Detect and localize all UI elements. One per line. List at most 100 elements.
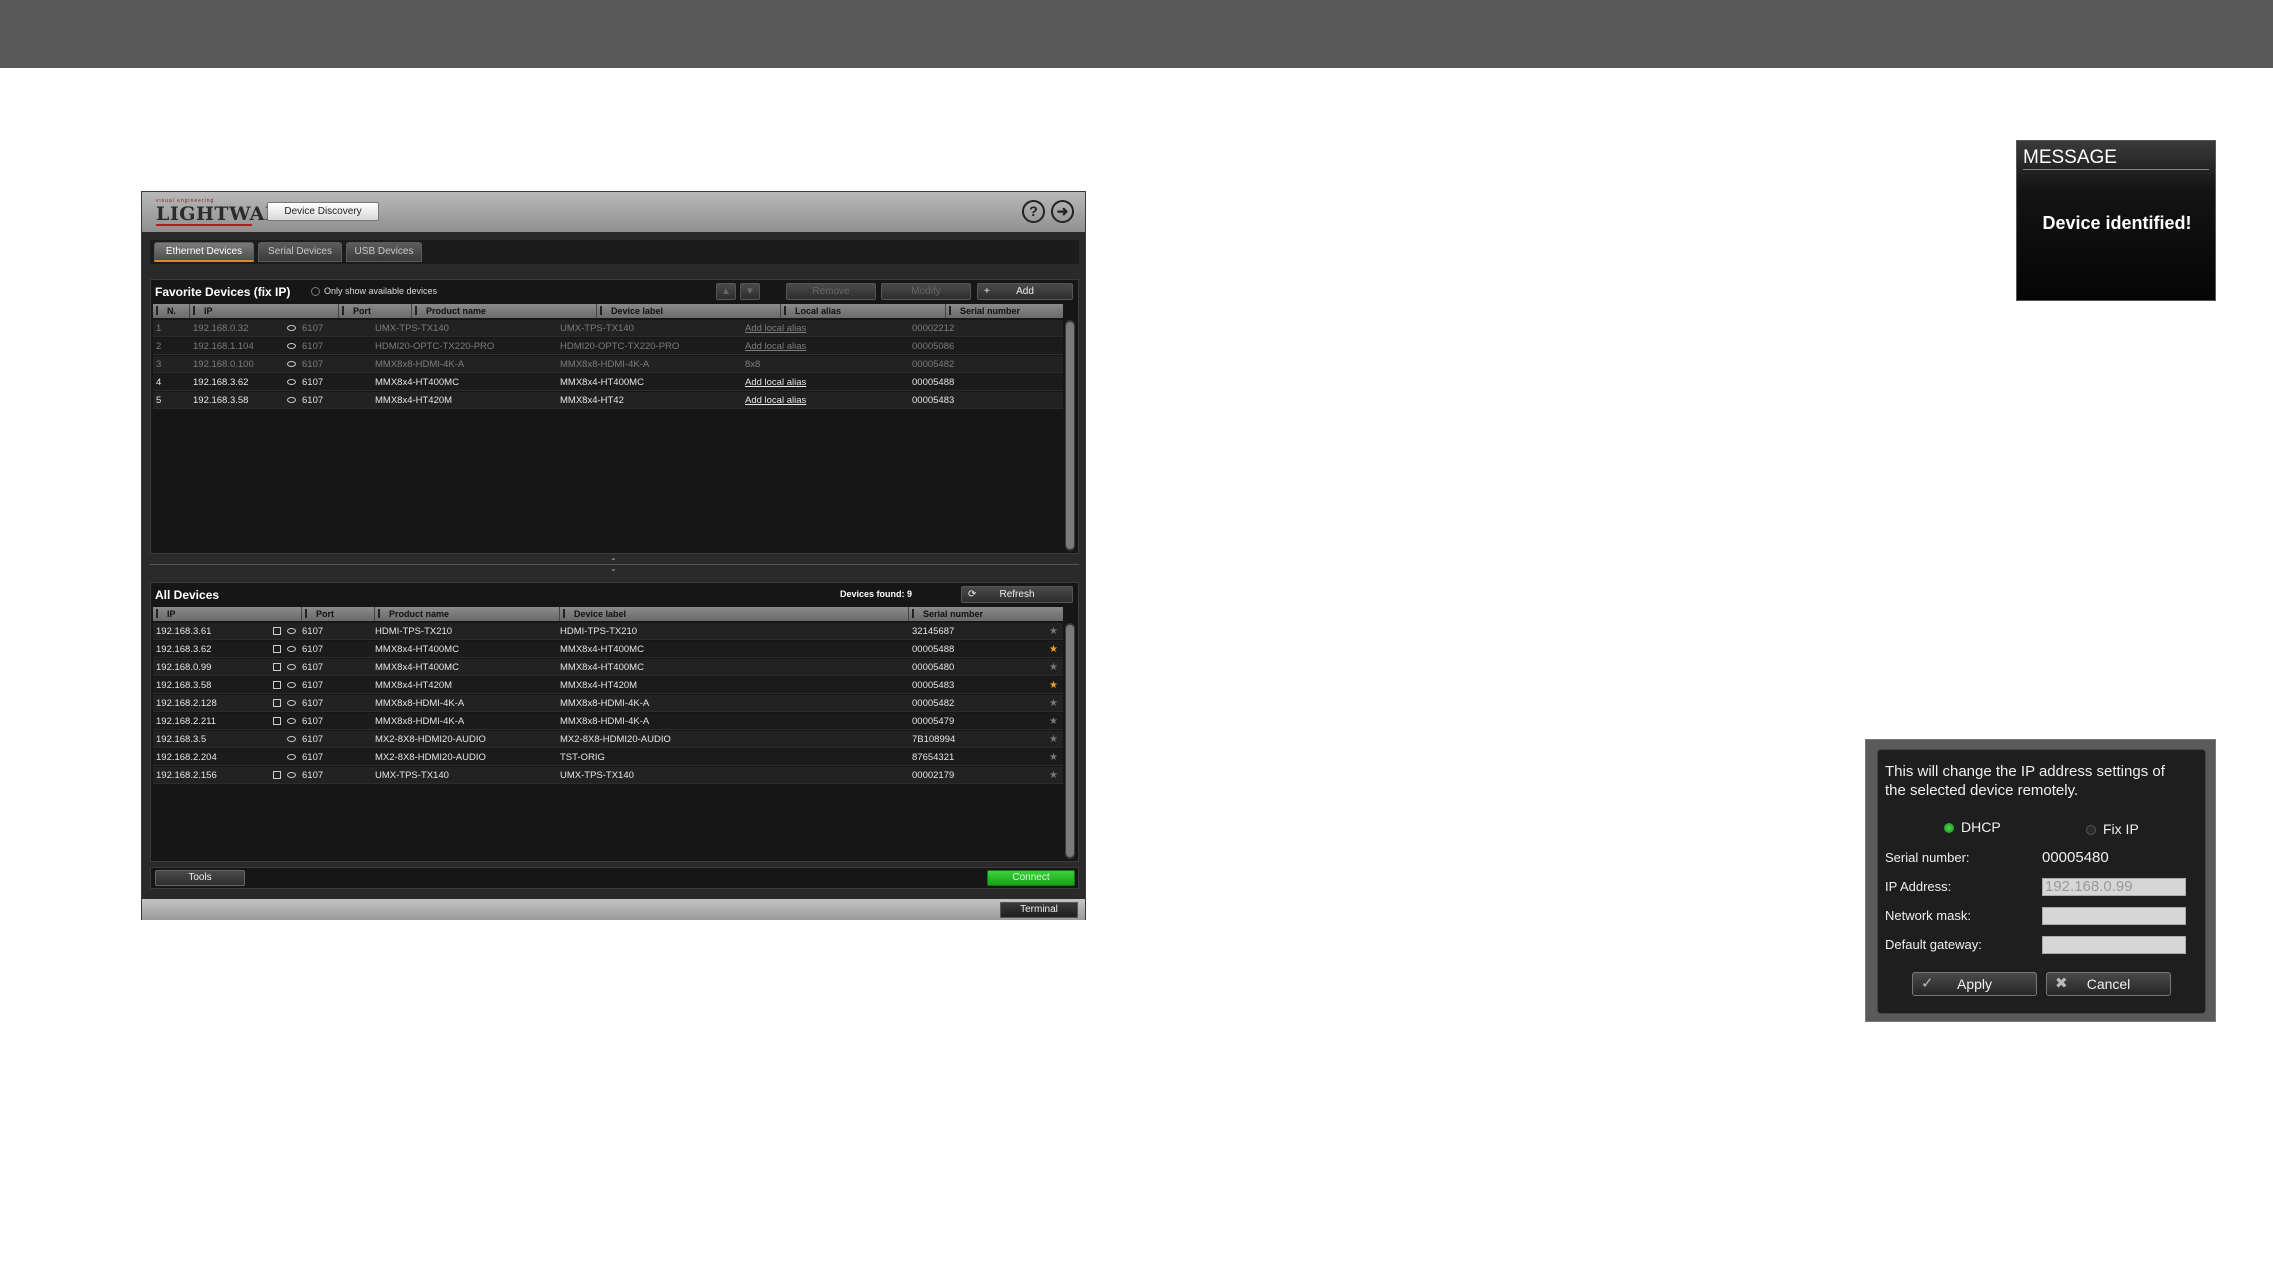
favorites-scroll-thumb[interactable] bbox=[1066, 322, 1074, 549]
tools-button[interactable]: Tools bbox=[155, 870, 245, 886]
favorite-device-row[interactable]: 3 192.168.0.100 6107 MMX8x8-HDMI-4K-A MMX8x8… bbox=[153, 356, 1063, 373]
favorite-star-icon[interactable]: ★ bbox=[1049, 623, 1058, 640]
eye-icon[interactable] bbox=[287, 646, 296, 652]
col-serial-number[interactable]: Serial number bbox=[946, 304, 1063, 318]
eye-icon[interactable] bbox=[287, 325, 296, 331]
panel-splitter[interactable]: ⌃ ⌄ bbox=[150, 558, 1079, 573]
device-row[interactable]: 192.168.3.58 6107 MMX8x4-HT420M MMX8x4-HT42… bbox=[153, 677, 1063, 694]
all-devices-scroll-thumb[interactable] bbox=[1066, 625, 1074, 857]
ip-address-input[interactable]: 192.168.0.99 bbox=[2042, 878, 2186, 896]
col-device-label[interactable]: Device label bbox=[560, 607, 909, 621]
eye-icon[interactable] bbox=[287, 772, 296, 778]
eye-icon[interactable] bbox=[287, 664, 296, 670]
favorite-device-row[interactable]: 5 192.168.3.58 6107 MMX8x4-HT420M MMX8x4-HT4… bbox=[153, 392, 1063, 409]
local-alias-link[interactable]: Add local alias bbox=[745, 374, 905, 391]
eye-icon[interactable] bbox=[287, 682, 296, 688]
local-alias-link[interactable]: Add local alias bbox=[745, 392, 905, 409]
favorite-star-icon[interactable]: ★ bbox=[1049, 767, 1058, 784]
device-row[interactable]: 192.168.2.204 6107 MX2-8X8-HDMI20-AUDIO TST… bbox=[153, 749, 1063, 766]
default-gateway-input[interactable] bbox=[2042, 936, 2186, 954]
cancel-button[interactable]: ✖ Cancel bbox=[2046, 972, 2171, 996]
exit-icon[interactable]: ➜ bbox=[1051, 200, 1074, 223]
radio-selected-icon[interactable] bbox=[1944, 823, 1954, 834]
eye-icon[interactable] bbox=[287, 397, 296, 403]
device-row[interactable]: 192.168.3.5 6107 MX2-8X8-HDMI20-AUDIO MX2-8… bbox=[153, 731, 1063, 748]
edit-icon[interactable] bbox=[273, 627, 281, 635]
favorite-star-icon[interactable]: ★ bbox=[1049, 731, 1058, 748]
connect-button[interactable]: Connect bbox=[987, 870, 1075, 886]
favorite-device-row[interactable]: 4 192.168.3.62 6107 MMX8x4-HT400MC MMX8x4-HT… bbox=[153, 374, 1063, 391]
only-available-checkbox[interactable]: Only show available devices bbox=[311, 286, 437, 297]
splitter-arrows-icon[interactable]: ⌃ ⌄ bbox=[610, 558, 617, 573]
favorite-device-row[interactable]: 2 192.168.1.104 6107 HDMI20-OPTC-TX220-PRO H… bbox=[153, 338, 1063, 355]
col-n[interactable]: N. bbox=[153, 304, 190, 318]
eye-icon[interactable] bbox=[287, 754, 296, 760]
eye-icon[interactable] bbox=[287, 718, 296, 724]
add-button[interactable]: + Add bbox=[977, 283, 1073, 300]
tab-ethernet-devices[interactable]: Ethernet Devices bbox=[154, 242, 254, 262]
eye-icon[interactable] bbox=[287, 379, 296, 385]
favorite-star-icon[interactable]: ★ bbox=[1049, 677, 1058, 694]
device-row[interactable]: 192.168.2.211 6107 MMX8x8-HDMI-4K-A MMX8x8-… bbox=[153, 713, 1063, 730]
col-product-name[interactable]: Product name bbox=[412, 304, 597, 318]
help-icon[interactable]: ? bbox=[1022, 200, 1045, 223]
favorite-star-icon[interactable]: ★ bbox=[1049, 641, 1058, 658]
col-port[interactable]: Port bbox=[339, 304, 412, 318]
eye-icon[interactable] bbox=[287, 343, 296, 349]
device-row[interactable]: 192.168.2.128 6107 MMX8x8-HDMI-4K-A MMX8x8-… bbox=[153, 695, 1063, 712]
radio-unselected-icon[interactable] bbox=[2086, 825, 2096, 836]
message-popup: MESSAGE Device identified! bbox=[2016, 140, 2216, 301]
terminal-button[interactable]: Terminal bbox=[1000, 902, 1078, 918]
fix-ip-radio[interactable]: Fix IP bbox=[2086, 821, 2139, 837]
col-ip[interactable]: IP bbox=[190, 304, 339, 318]
edit-icon[interactable] bbox=[273, 717, 281, 725]
col-ip[interactable]: IP bbox=[153, 607, 302, 621]
device-port: 6107 bbox=[302, 698, 324, 709]
favorite-star-icon[interactable]: ★ bbox=[1049, 713, 1058, 730]
favorite-star-icon[interactable]: ★ bbox=[1049, 659, 1058, 676]
refresh-button[interactable]: ⟳ Refresh bbox=[961, 586, 1073, 603]
edit-icon[interactable] bbox=[273, 699, 281, 707]
edit-icon[interactable] bbox=[273, 663, 281, 671]
favorites-scrollbar[interactable] bbox=[1065, 320, 1075, 551]
favorite-star-icon[interactable]: ★ bbox=[1049, 749, 1058, 766]
move-down-icon[interactable]: ▼ bbox=[740, 283, 760, 300]
device-port: 6107 bbox=[302, 359, 324, 370]
device-discovery-button[interactable]: Device Discovery bbox=[267, 202, 379, 221]
device-row[interactable]: 192.168.3.62 6107 MMX8x4-HT400MC MMX8x4-HT4… bbox=[153, 641, 1063, 658]
eye-icon[interactable] bbox=[287, 736, 296, 742]
network-mask-input[interactable] bbox=[2042, 907, 2186, 925]
local-alias-link[interactable]: Add local alias bbox=[745, 338, 905, 355]
edit-icon[interactable] bbox=[273, 771, 281, 779]
device-row[interactable]: 192.168.0.99 6107 MMX8x4-HT400MC MMX8x4-HT4… bbox=[153, 659, 1063, 676]
all-devices-scrollbar[interactable] bbox=[1065, 623, 1075, 859]
col-local-alias[interactable]: Local alias bbox=[781, 304, 946, 318]
tab-serial-devices[interactable]: Serial Devices bbox=[258, 242, 342, 262]
edit-icon[interactable] bbox=[273, 645, 281, 653]
col-device-label[interactable]: Device label bbox=[597, 304, 781, 318]
eye-icon[interactable] bbox=[287, 628, 296, 634]
eye-icon[interactable] bbox=[287, 361, 296, 367]
device-row[interactable]: 192.168.3.61 6107 HDMI-TPS-TX210 HDMI-TPS-T… bbox=[153, 623, 1063, 640]
device-row[interactable]: 192.168.2.156 6107 UMX-TPS-TX140 UMX-TPS-TX… bbox=[153, 767, 1063, 784]
local-alias-link[interactable]: 8x8 bbox=[745, 356, 905, 373]
local-alias-link[interactable]: Add local alias bbox=[745, 320, 905, 337]
col-port[interactable]: Port bbox=[302, 607, 375, 621]
modify-button[interactable]: Modify bbox=[881, 283, 971, 300]
favorite-star-icon[interactable]: ★ bbox=[1049, 695, 1058, 712]
edit-icon[interactable] bbox=[273, 681, 281, 689]
col-product-name[interactable]: Product name bbox=[375, 607, 560, 621]
ip-settings-dialog: This will change the IP address settings… bbox=[1865, 739, 2216, 1022]
device-ip: 192.168.0.32 bbox=[193, 323, 249, 334]
favorite-device-row[interactable]: 1 192.168.0.32 6107 UMX-TPS-TX140 UMX-TPS-TX… bbox=[153, 320, 1063, 337]
apply-label: Apply bbox=[1956, 976, 1993, 992]
col-serial-number[interactable]: Serial number bbox=[909, 607, 1063, 621]
remove-button[interactable]: Remove bbox=[786, 283, 876, 300]
all-devices-grid-header: IP Port Product name Device label Serial… bbox=[153, 607, 1063, 621]
tab-usb-devices[interactable]: USB Devices bbox=[346, 242, 422, 262]
apply-button[interactable]: ✓ Apply bbox=[1912, 972, 2037, 996]
eye-icon[interactable] bbox=[287, 700, 296, 706]
move-up-icon[interactable]: ▲ bbox=[716, 283, 736, 300]
checkbox-indicator[interactable] bbox=[311, 287, 320, 297]
dhcp-radio[interactable]: DHCP bbox=[1944, 819, 2001, 835]
